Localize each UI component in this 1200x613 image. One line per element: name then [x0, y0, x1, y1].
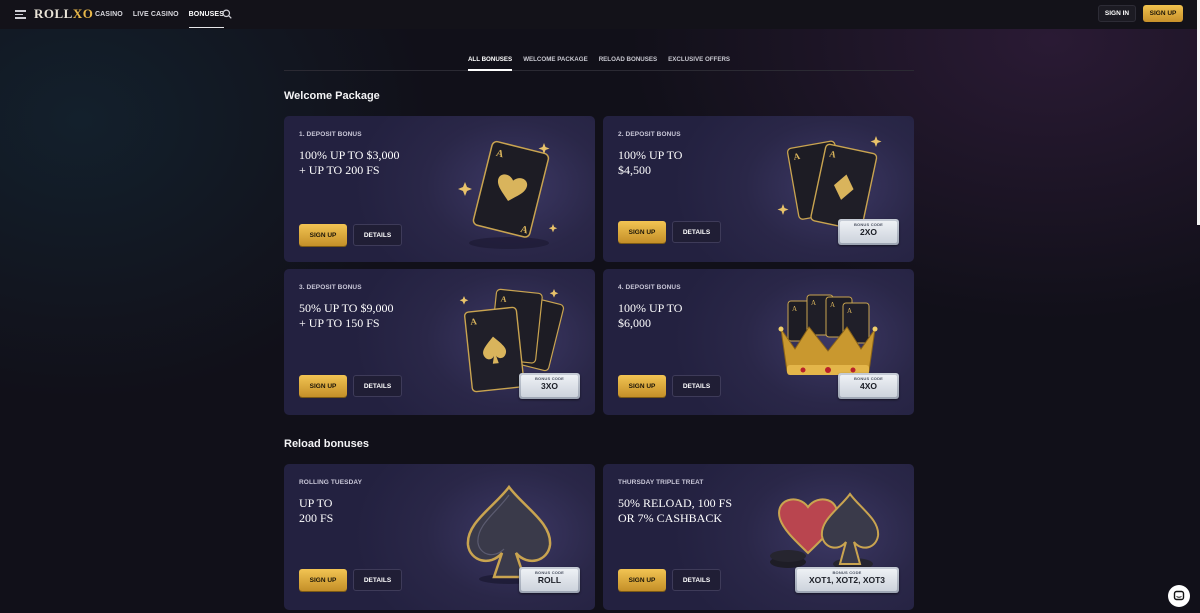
card-eyebrow: 2. DEPOSIT BONUS: [618, 131, 681, 138]
bonus-code-badge[interactable]: BONUS CODE 3XO: [519, 373, 580, 399]
sign-in-button[interactable]: SIGN IN: [1098, 5, 1136, 22]
bonus-code-badge[interactable]: BONUS CODE ROLL: [519, 567, 580, 593]
main-nav: CASINO LIVE CASINO BONUSES: [95, 0, 234, 29]
bonus-card-2: 2. DEPOSIT BONUS 100% UP TO $4,500 A A S…: [603, 116, 914, 262]
svg-text:A: A: [811, 299, 816, 307]
svg-text:A: A: [847, 307, 852, 315]
card-headline: 100% UP TO $6,000: [618, 301, 683, 330]
live-chat-button[interactable]: [1168, 585, 1190, 607]
card-headline: 50% UP TO $9,000 + UP TO 150 FS: [299, 301, 394, 330]
card-eyebrow: THURSDAY TRIPLE TREAT: [618, 479, 704, 486]
nav-casino[interactable]: CASINO: [95, 0, 123, 29]
bonus-card-4: 4. DEPOSIT BONUS 100% UP TO $6,000 A A A…: [603, 269, 914, 415]
card-eyebrow: 4. DEPOSIT BONUS: [618, 284, 681, 291]
svg-text:A: A: [792, 305, 797, 313]
svg-text:A: A: [500, 294, 507, 304]
card-details-button[interactable]: DETAILS: [672, 221, 721, 243]
card-sign-up-button[interactable]: SIGN UP: [299, 224, 347, 246]
top-navigation-bar: ROLLXO CASINO LIVE CASINO BONUSES SIGN I…: [0, 0, 1200, 29]
card-sign-up-button[interactable]: SIGN UP: [618, 375, 666, 397]
tab-reload-bonuses[interactable]: RELOAD BONUSES: [599, 50, 657, 70]
card-details-button[interactable]: DETAILS: [353, 375, 402, 397]
bonus-code-value: 4XO: [859, 381, 877, 391]
card-sign-up-button[interactable]: SIGN UP: [618, 221, 666, 243]
bonus-code-badge[interactable]: BONUS CODE 4XO: [838, 373, 899, 399]
logo-text-o: O: [82, 6, 94, 21]
sign-up-button[interactable]: SIGN UP: [1143, 5, 1183, 22]
bonus-code-value: 2XO: [859, 227, 877, 237]
nav-live-casino[interactable]: LIVE CASINO: [133, 0, 179, 29]
card-headline: 50% RELOAD, 100 FS OR 7% CASHBACK: [618, 496, 733, 525]
welcome-package-heading: Welcome Package: [284, 90, 380, 102]
card-details-button[interactable]: DETAILS: [672, 569, 721, 591]
card-sign-up-button[interactable]: SIGN UP: [299, 569, 347, 591]
search-icon[interactable]: [222, 9, 232, 19]
tab-all-bonuses[interactable]: ALL BONUSES: [467, 50, 513, 71]
logo-text-roll: ROLL: [34, 6, 73, 21]
bonus-card-3: 3. DEPOSIT BONUS 50% UP TO $9,000 + UP T…: [284, 269, 595, 415]
card-headline: 100% UP TO $3,000 + UP TO 200 FS: [299, 148, 400, 177]
svg-text:A: A: [830, 301, 835, 309]
card-details-button[interactable]: DETAILS: [353, 569, 402, 591]
nav-bonuses[interactable]: BONUSES: [188, 0, 225, 29]
bonus-code-value: ROLL: [537, 575, 562, 585]
logo-text-x: X: [72, 6, 83, 21]
chat-icon: [1173, 590, 1185, 601]
card-headline: UP TO 200 FS: [299, 496, 334, 525]
tab-exclusive-offers[interactable]: EXCLUSIVE OFFERS: [668, 50, 730, 70]
card-eyebrow: ROLLING TUESDAY: [299, 479, 363, 486]
bonus-code-value: 3XO: [540, 381, 558, 391]
card-eyebrow: 3. DEPOSIT BONUS: [299, 284, 362, 291]
bonus-filter-tabs: ALL BONUSES WELCOME PACKAGE RELOAD BONUS…: [284, 50, 914, 71]
bonus-code-badge[interactable]: BONUS CODE 2XO: [838, 219, 899, 245]
bonus-code-value: XOT1, XOT2, XOT3: [808, 575, 886, 585]
card-details-button[interactable]: DETAILS: [353, 224, 402, 246]
bonus-code-badge[interactable]: BONUS CODE XOT1, XOT2, XOT3: [795, 567, 899, 593]
bonus-card-rolling-tuesday: ROLLING TUESDAY UP TO 200 FS SIGN UP DET…: [284, 464, 595, 610]
card-sign-up-button[interactable]: SIGN UP: [618, 569, 666, 591]
tab-welcome-package[interactable]: WELCOME PACKAGE: [523, 50, 588, 70]
bonus-card-1: 1. DEPOSIT BONUS 100% UP TO $3,000 + UP …: [284, 116, 595, 262]
card-sign-up-button[interactable]: SIGN UP: [299, 375, 347, 397]
card-details-button[interactable]: DETAILS: [672, 375, 721, 397]
hamburger-menu-icon[interactable]: [15, 10, 26, 19]
ace-of-hearts-card-icon: A A: [458, 140, 558, 249]
reload-bonuses-heading: Reload bonuses: [284, 438, 369, 450]
rollxo-logo[interactable]: ROLLXO: [34, 6, 93, 22]
card-headline: 100% UP TO $4,500: [618, 148, 683, 177]
bonus-card-thursday-triple-treat: THURSDAY TRIPLE TREAT 50% RELOAD, 100 FS…: [603, 464, 914, 610]
card-eyebrow: 1. DEPOSIT BONUS: [299, 131, 362, 138]
